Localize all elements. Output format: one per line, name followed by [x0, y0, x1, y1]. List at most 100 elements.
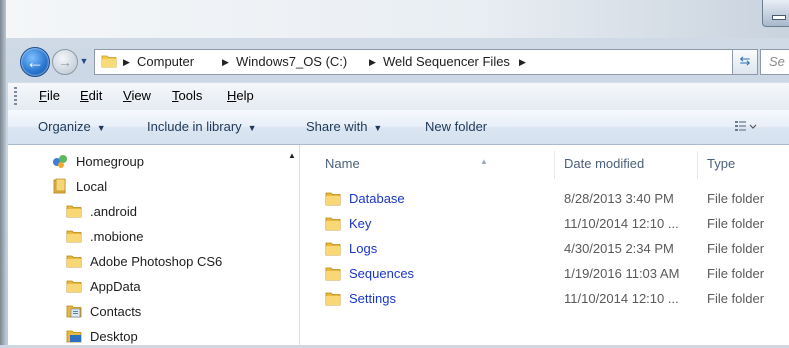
menu-tools-label: ools [178, 88, 203, 103]
window-frame [0, 0, 789, 38]
folder-icon [66, 255, 82, 268]
scroll-up-arrow-icon[interactable]: ▲ [288, 151, 296, 160]
refresh-button[interactable]: ⇆ [732, 49, 758, 75]
refresh-icon: ⇆ [739, 53, 751, 68]
file-name[interactable]: Settings [349, 286, 396, 311]
command-bar: Organize ▼ Include in library ▼ Share with… [8, 110, 789, 145]
column-header-type[interactable]: Type [707, 151, 787, 177]
tree-item-label: Homegroup [76, 154, 144, 169]
file-row-database[interactable]: Database 8/28/2013 3:40 PM File folder [300, 186, 789, 211]
recent-pages-dropdown[interactable]: ▼ [78, 52, 90, 70]
breadcrumb-separator-icon[interactable]: ▶ [222, 50, 229, 74]
menu-view-label: iew [131, 88, 151, 103]
column-divider[interactable] [697, 151, 698, 179]
menu-tools[interactable]: Tools [172, 83, 202, 110]
chevron-down-icon: ▼ [247, 123, 257, 133]
file-date-modified: 8/28/2013 3:40 PM [564, 191, 674, 206]
file-date-modified: 11/10/2014 12:10 ... [564, 216, 679, 231]
file-date-modified: 11/10/2014 12:10 ... [564, 291, 679, 306]
menu-edit-accel: E [80, 88, 89, 103]
back-button[interactable]: ← [20, 47, 50, 77]
forward-arrow-icon: → [58, 54, 72, 70]
tree-item-label: AppData [90, 279, 141, 294]
back-arrow-icon: ← [26, 52, 44, 72]
file-name[interactable]: Logs [349, 236, 377, 261]
file-date-modified: 4/30/2015 2:34 PM [564, 241, 674, 256]
minimize-button[interactable] [762, 0, 789, 27]
file-row-logs[interactable]: Logs 4/30/2015 2:34 PM File folder [300, 236, 789, 261]
breadcrumb-computer[interactable]: Computer [137, 50, 194, 74]
menu-file-label: ile [46, 88, 60, 103]
folder-icon [101, 55, 117, 68]
folder-icon [325, 267, 341, 281]
file-type: File folder [707, 191, 765, 206]
navigation-pane: ▲ Homegroup Local .android .mobione Adob… [8, 145, 299, 348]
menu-grip [14, 87, 17, 105]
library-icon [53, 178, 66, 194]
menu-help-accel: H [227, 88, 237, 103]
folder-icon [66, 205, 82, 218]
menu-help[interactable]: Help [227, 83, 254, 110]
file-row-key[interactable]: Key 11/10/2014 12:10 ... File folder [300, 211, 789, 236]
organize-label: Organize [38, 119, 91, 134]
breadcrumb-separator-icon[interactable]: ▶ [369, 50, 376, 74]
sort-ascending-icon: ▲ [480, 157, 488, 166]
share-with-label: Share with [306, 119, 368, 134]
folder-icon [66, 230, 82, 243]
menu-bar: File Edit View Tools Help [8, 82, 789, 111]
tree-item-label: Local [76, 179, 108, 194]
file-name[interactable]: Key [349, 211, 371, 236]
file-type: File folder [707, 241, 765, 256]
share-with-button[interactable]: Share with ▼ [306, 110, 382, 144]
breadcrumb-drive[interactable]: Windows7_OS (C:) [236, 50, 347, 74]
forward-button[interactable]: → [52, 49, 78, 75]
breadcrumb-separator-icon[interactable]: ▶ [519, 50, 526, 74]
tree-item-label: .android [90, 204, 137, 219]
breadcrumb-separator-icon[interactable]: ▶ [123, 50, 130, 74]
file-name[interactable]: Database [349, 186, 405, 211]
column-divider[interactable] [554, 151, 555, 179]
tree-item-label: Contacts [90, 304, 142, 319]
address-bar[interactable]: ▶ Computer ▶ Windows7_OS (C:) ▶ Weld Seq… [94, 49, 736, 75]
folder-icon [325, 292, 341, 306]
include-in-library-label: Include in library [147, 119, 242, 134]
file-row-settings[interactable]: Settings 11/10/2014 12:10 ... File folde… [300, 286, 789, 311]
menu-help-label: elp [236, 88, 254, 103]
new-folder-button[interactable]: New folder [425, 110, 487, 144]
change-view-button[interactable] [735, 120, 765, 134]
column-header-date-label: Date modified [564, 156, 645, 171]
homegroup-icon [53, 155, 67, 168]
menu-file[interactable]: File [39, 83, 60, 110]
search-input[interactable]: Se [760, 49, 789, 75]
column-header-name-label: Name [325, 156, 360, 171]
file-name[interactable]: Sequences [349, 261, 414, 286]
file-type: File folder [707, 216, 765, 231]
contacts-icon [66, 305, 82, 318]
tree-item-label: .mobione [90, 229, 144, 244]
search-placeholder: Se [769, 54, 785, 69]
file-type: File folder [707, 266, 765, 281]
chevron-down-icon: ▼ [373, 123, 383, 133]
column-header-name[interactable]: ▲ Name [325, 151, 553, 177]
tree-item-label: Adobe Photoshop CS6 [90, 254, 223, 269]
desktop-icon [66, 330, 82, 343]
folder-icon [66, 280, 82, 293]
file-row-sequences[interactable]: Sequences 1/19/2016 11:03 AM File folder [300, 261, 789, 286]
file-type: File folder [707, 291, 765, 306]
menu-edit[interactable]: Edit [80, 83, 102, 110]
chevron-down-icon: ▼ [96, 123, 106, 133]
column-header-date-modified[interactable]: Date modified [564, 151, 694, 177]
menu-edit-label: dit [88, 88, 103, 103]
column-header-type-label: Type [707, 156, 736, 171]
menu-file-accel: F [39, 88, 47, 103]
window-left-edge [0, 0, 6, 348]
menu-view[interactable]: View [123, 83, 151, 110]
navigation-bar: ← → ▼ ▶ Computer ▶ Windows7_OS (C:) ▶ We… [8, 44, 789, 78]
explorer-window: ← → ▼ ▶ Computer ▶ Windows7_OS (C:) ▶ We… [0, 0, 789, 348]
folder-icon [325, 192, 341, 206]
file-list: ▲ Name Date modified Type Database 8/28/… [300, 145, 789, 348]
breadcrumb-current-folder[interactable]: Weld Sequencer Files [383, 50, 510, 74]
organize-button[interactable]: Organize ▼ [38, 110, 106, 144]
view-details-icon [735, 121, 757, 131]
include-in-library-button[interactable]: Include in library ▼ [147, 110, 257, 144]
